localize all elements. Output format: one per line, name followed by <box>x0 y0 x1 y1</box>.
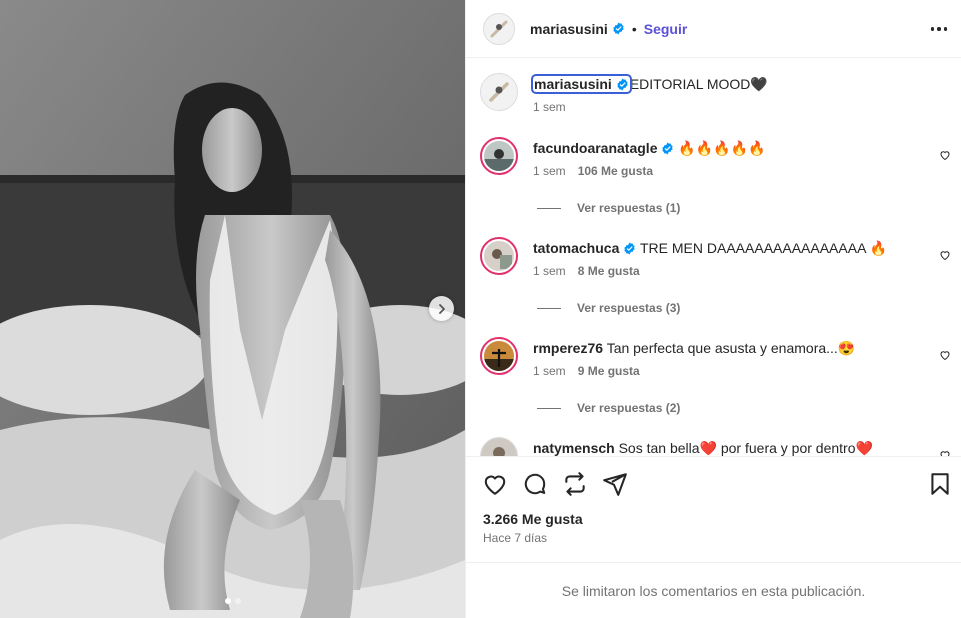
comment-username[interactable]: rmperez76 <box>533 340 603 356</box>
commenter-avatar[interactable] <box>480 437 518 456</box>
avatar-image <box>484 241 514 271</box>
comment-likes[interactable]: 106 Me gusta <box>578 164 653 178</box>
comments-limited-notice: Se limitaron los comentarios en esta pub… <box>466 562 961 618</box>
commenter-avatar[interactable] <box>480 137 518 175</box>
share-icon[interactable] <box>562 471 588 497</box>
comments-list[interactable]: mariasusini EDITORIAL MOOD🖤 1 sem facundo… <box>466 59 961 456</box>
verified-icon <box>617 78 628 91</box>
heart-icon[interactable] <box>939 449 951 456</box>
commenter-avatar[interactable] <box>480 337 518 375</box>
caption-row: mariasusini EDITORIAL MOOD🖤 1 sem <box>480 73 768 114</box>
comment-text: TRE MEN DAAAAAAAAAAAAAAAA 🔥 <box>640 240 887 256</box>
author-username[interactable]: mariasusini <box>530 21 608 37</box>
replies-divider <box>537 407 561 409</box>
carousel-next-button[interactable] <box>429 296 454 321</box>
avatar-image <box>481 74 517 110</box>
post-panel: mariasusini • Seguir mariasusini EDITORI… <box>465 0 961 618</box>
author-avatar[interactable] <box>480 73 518 111</box>
comment-username[interactable]: facundoaranatagle <box>533 140 657 156</box>
carousel-dot <box>234 598 241 604</box>
comment-text: Sos tan bella❤️ por fuera y por dentro❤️ <box>618 440 873 456</box>
comment-time[interactable]: 1 sem <box>533 164 566 178</box>
replies-divider <box>537 307 561 309</box>
comment-row: rmperez76 Tan perfecta que asusta y enam… <box>480 337 855 378</box>
comment-username[interactable]: tatomachuca <box>533 240 619 256</box>
more-options-button[interactable] <box>927 19 951 39</box>
send-icon[interactable] <box>602 471 628 497</box>
caption-username[interactable]: mariasusini <box>531 74 632 94</box>
comment-icon[interactable] <box>522 471 548 497</box>
comment-row: natymensch Sos tan bella❤️ por fuera y p… <box>480 437 873 456</box>
carousel-dots <box>0 598 465 604</box>
heart-icon[interactable] <box>939 249 951 261</box>
more-icon <box>930 27 935 31</box>
caption-text: EDITORIAL MOOD🖤 <box>629 76 768 92</box>
comment-likes[interactable]: 8 Me gusta <box>578 264 640 278</box>
likes-count[interactable]: 3.266 Me gusta <box>483 511 583 527</box>
heart-icon[interactable] <box>939 349 951 361</box>
heart-icon[interactable] <box>482 471 508 497</box>
author-avatar[interactable] <box>483 12 515 45</box>
view-replies-button[interactable]: Ver respuestas (2) <box>537 401 680 415</box>
post-media[interactable] <box>0 0 465 618</box>
comment-time[interactable]: 1 sem <box>533 364 566 378</box>
avatar-image <box>484 13 514 44</box>
action-bar <box>466 456 961 508</box>
comment-time[interactable]: 1 sem <box>533 264 566 278</box>
verified-icon <box>613 22 624 35</box>
post-header: mariasusini • Seguir <box>466 0 961 58</box>
post-date[interactable]: Hace 7 días <box>483 531 547 545</box>
comment-likes[interactable]: 9 Me gusta <box>578 364 640 378</box>
commenter-avatar[interactable] <box>480 237 518 275</box>
comment-row: tatomachuca TRE MEN DAAAAAAAAAAAAAAAA 🔥 … <box>480 237 887 278</box>
bookmark-icon[interactable] <box>927 471 953 497</box>
view-replies-button[interactable]: Ver respuestas (3) <box>537 301 680 315</box>
replies-divider <box>537 207 561 209</box>
heart-icon[interactable] <box>939 149 951 161</box>
comment-row: facundoaranatagle 🔥🔥🔥🔥🔥 1 sem 106 Me gus… <box>480 137 766 178</box>
follow-button[interactable]: Seguir <box>644 21 688 37</box>
view-replies-button[interactable]: Ver respuestas (1) <box>537 201 680 215</box>
post-photo <box>0 0 465 618</box>
caption-time[interactable]: 1 sem <box>533 100 566 114</box>
avatar-image <box>481 438 517 456</box>
comment-text: Tan perfecta que asusta y enamora...😍 <box>606 340 856 356</box>
header-separator: • <box>631 20 637 37</box>
carousel-dot <box>224 598 231 604</box>
chevron-right-icon <box>438 303 445 314</box>
comment-username[interactable]: natymensch <box>533 440 615 456</box>
verified-icon <box>624 242 636 255</box>
verified-icon <box>662 142 674 155</box>
comment-text: 🔥🔥🔥🔥🔥 <box>678 140 766 156</box>
avatar-image <box>484 341 514 371</box>
avatar-image <box>484 141 514 171</box>
